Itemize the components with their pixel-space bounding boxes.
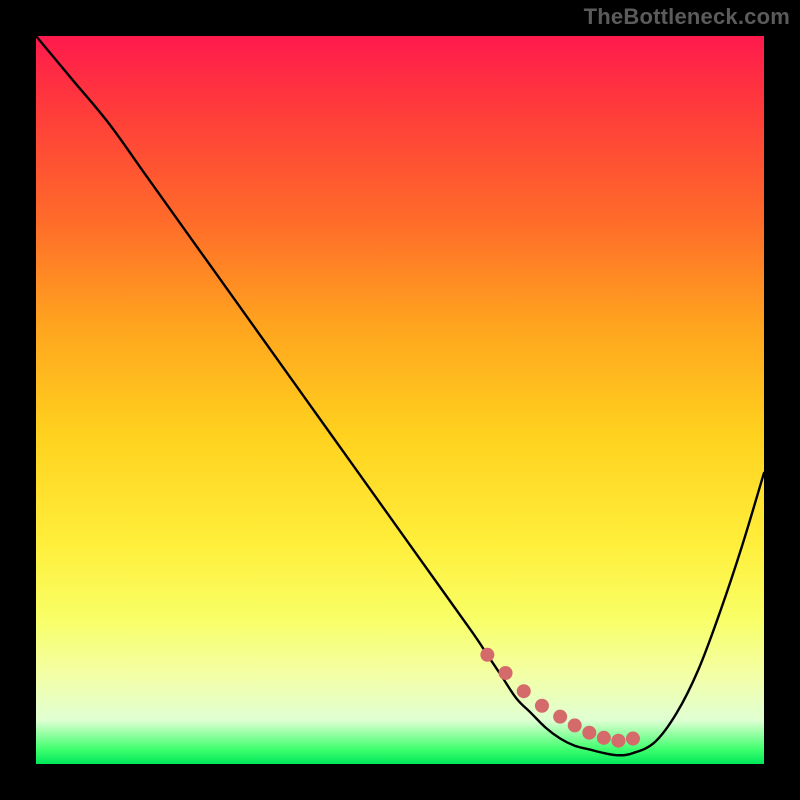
- curve-markers: [480, 648, 640, 748]
- curve-marker: [553, 710, 567, 724]
- curve-marker: [535, 699, 549, 713]
- bottleneck-curve: [36, 36, 764, 755]
- chart-svg: [36, 36, 764, 764]
- curve-marker: [480, 648, 494, 662]
- curve-marker: [582, 726, 596, 740]
- curve-marker: [517, 684, 531, 698]
- plot-area: [36, 36, 764, 764]
- curve-marker: [499, 666, 513, 680]
- curve-marker: [568, 718, 582, 732]
- watermark-text: TheBottleneck.com: [584, 4, 790, 30]
- chart-frame: TheBottleneck.com: [0, 0, 800, 800]
- curve-marker: [626, 732, 640, 746]
- curve-marker: [611, 734, 625, 748]
- curve-marker: [597, 731, 611, 745]
